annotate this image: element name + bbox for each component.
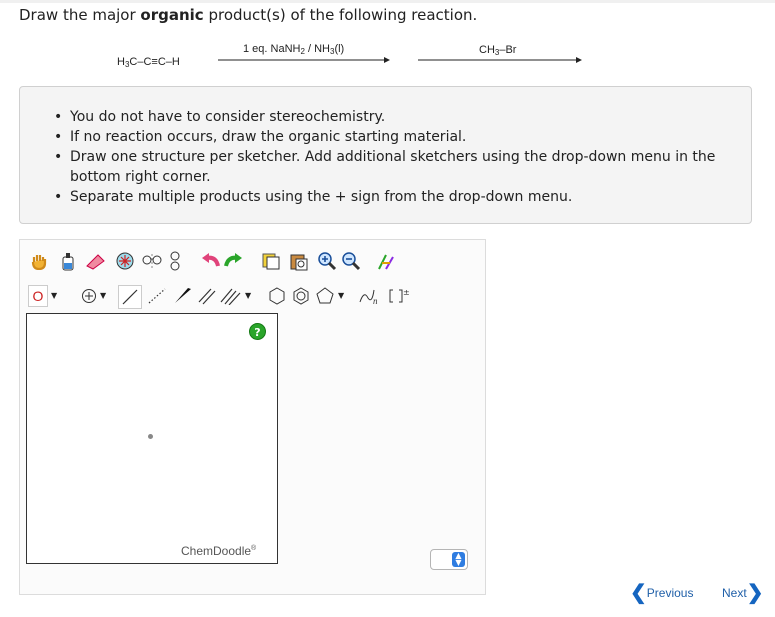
flip-vertical-icon[interactable] (164, 250, 186, 272)
chain-icon[interactable]: n (358, 285, 380, 307)
paste-icon[interactable] (288, 250, 310, 272)
canvas-cursor-dot (148, 434, 153, 439)
dropdown-arrows-icon: ▲ ▼ (452, 552, 465, 567)
eraser-icon[interactable] (84, 250, 106, 272)
hand-icon[interactable] (28, 250, 50, 272)
previous-button[interactable]: ❮ Previous (630, 582, 694, 604)
wedge-bond-icon[interactable] (172, 285, 194, 307)
instructions-list: You do not have to consider stereochemis… (54, 107, 750, 207)
svg-text:n: n (373, 296, 378, 306)
chevron-left-icon: ❮ (630, 582, 647, 604)
cyclopentane-icon[interactable] (314, 285, 336, 307)
previous-label: Previous (646, 586, 694, 600)
dashed-bond-icon[interactable] (146, 285, 168, 307)
copy-icon[interactable] (260, 250, 282, 272)
double-bond-icon[interactable] (196, 285, 218, 307)
bracket-charge-icon[interactable]: ± (387, 285, 409, 307)
reactant-formula: H3C–C≡C–H (117, 56, 180, 69)
element-dropdown-icon[interactable]: ▼ (51, 291, 57, 300)
reaction-arrow-1 (218, 57, 390, 63)
reaction-arrow-2 (418, 57, 582, 63)
svg-text:±: ± (403, 288, 409, 297)
single-bond-icon[interactable] (118, 285, 142, 309)
clear-icon[interactable] (57, 250, 79, 272)
cyclohexane-icon[interactable] (266, 285, 288, 307)
bond-dropdown-icon[interactable]: ▼ (245, 291, 251, 300)
instruction-item: If no reaction occurs, draw the organic … (54, 127, 750, 147)
benzene-icon[interactable] (290, 285, 312, 307)
instructions-box: You do not have to consider stereochemis… (19, 86, 752, 224)
element-selector-button[interactable]: O (28, 285, 48, 307)
zoom-out-icon[interactable] (340, 250, 362, 272)
clean-icon[interactable] (376, 250, 398, 272)
chemdoodle-logo: ChemDoodle® (181, 544, 257, 558)
charge-dropdown-icon[interactable]: ▼ (100, 291, 106, 300)
question-text: Draw the major organic product(s) of the… (19, 6, 478, 24)
next-label: Next (722, 586, 747, 600)
instruction-item: Separate multiple products using the + s… (54, 187, 750, 207)
instruction-item: Draw one structure per sketcher. Add add… (54, 147, 750, 187)
help-icon[interactable]: ? (249, 323, 266, 340)
instruction-item: You do not have to consider stereochemis… (54, 107, 750, 127)
redo-icon[interactable] (222, 250, 244, 272)
ring-dropdown-icon[interactable]: ▼ (338, 291, 344, 300)
center-icon[interactable] (114, 250, 136, 272)
undo-icon[interactable] (200, 250, 222, 272)
zoom-in-icon[interactable] (316, 250, 338, 272)
top-border (0, 0, 775, 3)
chevron-right-icon: ❯ (746, 582, 764, 604)
next-button[interactable]: Next ❯ (722, 582, 764, 604)
charge-plus-icon[interactable] (78, 285, 100, 307)
add-sketcher-dropdown[interactable]: ▲ ▼ (430, 549, 468, 570)
flip-horizontal-icon[interactable] (141, 250, 163, 272)
triple-bond-icon[interactable] (220, 285, 242, 307)
